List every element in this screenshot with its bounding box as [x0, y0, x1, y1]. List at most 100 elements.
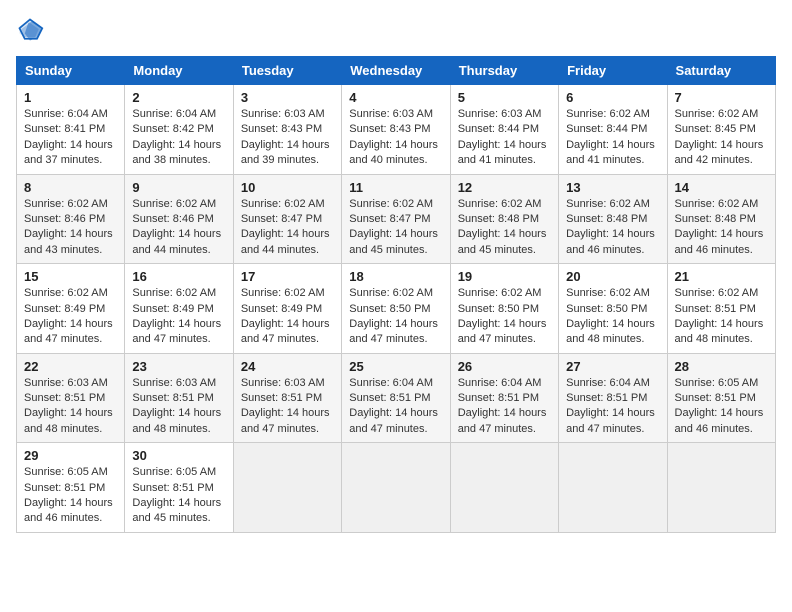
sunset-label: Sunset: 8:48 PM	[458, 213, 539, 225]
daylight-label: Daylight: 14 hours and 47 minutes.	[458, 407, 547, 434]
day-info: Sunrise: 6:02 AM Sunset: 8:50 PM Dayligh…	[566, 286, 659, 348]
sunset-label: Sunset: 8:48 PM	[675, 213, 756, 225]
sunrise-label: Sunrise: 6:02 AM	[458, 287, 542, 299]
day-info: Sunrise: 6:02 AM Sunset: 8:50 PM Dayligh…	[349, 286, 442, 348]
day-number: 14	[675, 180, 768, 195]
daylight-label: Daylight: 14 hours and 48 minutes.	[675, 318, 764, 345]
daylight-label: Daylight: 14 hours and 39 minutes.	[241, 139, 330, 166]
sunrise-label: Sunrise: 6:02 AM	[132, 198, 216, 210]
calendar-week-row: 1 Sunrise: 6:04 AM Sunset: 8:41 PM Dayli…	[17, 85, 776, 175]
day-info: Sunrise: 6:04 AM Sunset: 8:42 PM Dayligh…	[132, 107, 225, 169]
sunrise-label: Sunrise: 6:02 AM	[566, 198, 650, 210]
daylight-label: Daylight: 14 hours and 47 minutes.	[24, 318, 113, 345]
sunrise-label: Sunrise: 6:02 AM	[24, 287, 108, 299]
sunrise-label: Sunrise: 6:02 AM	[132, 287, 216, 299]
daylight-label: Daylight: 14 hours and 43 minutes.	[24, 228, 113, 255]
day-info: Sunrise: 6:02 AM Sunset: 8:44 PM Dayligh…	[566, 107, 659, 169]
calendar-week-row: 8 Sunrise: 6:02 AM Sunset: 8:46 PM Dayli…	[17, 174, 776, 264]
day-info: Sunrise: 6:02 AM Sunset: 8:48 PM Dayligh…	[566, 197, 659, 259]
day-number: 20	[566, 269, 659, 284]
daylight-label: Daylight: 14 hours and 42 minutes.	[675, 139, 764, 166]
sunrise-label: Sunrise: 6:05 AM	[132, 466, 216, 478]
day-info: Sunrise: 6:02 AM Sunset: 8:47 PM Dayligh…	[349, 197, 442, 259]
day-info: Sunrise: 6:04 AM Sunset: 8:41 PM Dayligh…	[24, 107, 117, 169]
daylight-label: Daylight: 14 hours and 47 minutes.	[458, 318, 547, 345]
day-number: 8	[24, 180, 117, 195]
sunrise-label: Sunrise: 6:02 AM	[349, 198, 433, 210]
day-number: 2	[132, 90, 225, 105]
table-row: 20 Sunrise: 6:02 AM Sunset: 8:50 PM Dayl…	[559, 264, 667, 354]
table-row	[667, 443, 775, 533]
sunrise-label: Sunrise: 6:02 AM	[566, 287, 650, 299]
table-row: 27 Sunrise: 6:04 AM Sunset: 8:51 PM Dayl…	[559, 353, 667, 443]
calendar-header-row: Sunday Monday Tuesday Wednesday Thursday…	[17, 57, 776, 85]
day-info: Sunrise: 6:02 AM Sunset: 8:50 PM Dayligh…	[458, 286, 551, 348]
sunset-label: Sunset: 8:41 PM	[24, 123, 105, 135]
table-row	[450, 443, 558, 533]
table-row: 11 Sunrise: 6:02 AM Sunset: 8:47 PM Dayl…	[342, 174, 450, 264]
day-number: 29	[24, 448, 117, 463]
day-number: 1	[24, 90, 117, 105]
sunset-label: Sunset: 8:51 PM	[24, 482, 105, 494]
sunset-label: Sunset: 8:51 PM	[241, 392, 322, 404]
table-row: 10 Sunrise: 6:02 AM Sunset: 8:47 PM Dayl…	[233, 174, 341, 264]
sunrise-label: Sunrise: 6:03 AM	[241, 377, 325, 389]
sunset-label: Sunset: 8:42 PM	[132, 123, 213, 135]
sunset-label: Sunset: 8:51 PM	[349, 392, 430, 404]
sunrise-label: Sunrise: 6:02 AM	[675, 108, 759, 120]
day-info: Sunrise: 6:03 AM Sunset: 8:51 PM Dayligh…	[241, 376, 334, 438]
daylight-label: Daylight: 14 hours and 46 minutes.	[566, 228, 655, 255]
table-row	[233, 443, 341, 533]
table-row: 24 Sunrise: 6:03 AM Sunset: 8:51 PM Dayl…	[233, 353, 341, 443]
day-info: Sunrise: 6:02 AM Sunset: 8:45 PM Dayligh…	[675, 107, 768, 169]
day-number: 17	[241, 269, 334, 284]
sunset-label: Sunset: 8:51 PM	[458, 392, 539, 404]
sunrise-label: Sunrise: 6:03 AM	[24, 377, 108, 389]
day-number: 27	[566, 359, 659, 374]
logo-icon	[16, 16, 44, 44]
table-row: 4 Sunrise: 6:03 AM Sunset: 8:43 PM Dayli…	[342, 85, 450, 175]
day-info: Sunrise: 6:04 AM Sunset: 8:51 PM Dayligh…	[349, 376, 442, 438]
day-number: 24	[241, 359, 334, 374]
sunrise-label: Sunrise: 6:03 AM	[132, 377, 216, 389]
sunset-label: Sunset: 8:44 PM	[566, 123, 647, 135]
sunset-label: Sunset: 8:44 PM	[458, 123, 539, 135]
sunset-label: Sunset: 8:50 PM	[458, 303, 539, 315]
day-number: 26	[458, 359, 551, 374]
sunset-label: Sunset: 8:51 PM	[675, 392, 756, 404]
daylight-label: Daylight: 14 hours and 37 minutes.	[24, 139, 113, 166]
table-row: 5 Sunrise: 6:03 AM Sunset: 8:44 PM Dayli…	[450, 85, 558, 175]
sunset-label: Sunset: 8:51 PM	[566, 392, 647, 404]
day-info: Sunrise: 6:03 AM Sunset: 8:51 PM Dayligh…	[24, 376, 117, 438]
day-info: Sunrise: 6:03 AM Sunset: 8:43 PM Dayligh…	[349, 107, 442, 169]
sunrise-label: Sunrise: 6:04 AM	[458, 377, 542, 389]
day-number: 7	[675, 90, 768, 105]
table-row: 25 Sunrise: 6:04 AM Sunset: 8:51 PM Dayl…	[342, 353, 450, 443]
sunrise-label: Sunrise: 6:02 AM	[675, 287, 759, 299]
sunset-label: Sunset: 8:43 PM	[241, 123, 322, 135]
col-thursday: Thursday	[450, 57, 558, 85]
sunset-label: Sunset: 8:51 PM	[132, 482, 213, 494]
daylight-label: Daylight: 14 hours and 45 minutes.	[132, 497, 221, 524]
day-number: 21	[675, 269, 768, 284]
col-monday: Monday	[125, 57, 233, 85]
day-info: Sunrise: 6:04 AM Sunset: 8:51 PM Dayligh…	[566, 376, 659, 438]
sunset-label: Sunset: 8:49 PM	[132, 303, 213, 315]
sunrise-label: Sunrise: 6:05 AM	[675, 377, 759, 389]
day-info: Sunrise: 6:05 AM Sunset: 8:51 PM Dayligh…	[24, 465, 117, 527]
sunset-label: Sunset: 8:49 PM	[241, 303, 322, 315]
daylight-label: Daylight: 14 hours and 45 minutes.	[458, 228, 547, 255]
daylight-label: Daylight: 14 hours and 47 minutes.	[349, 407, 438, 434]
sunrise-label: Sunrise: 6:02 AM	[24, 198, 108, 210]
day-info: Sunrise: 6:02 AM Sunset: 8:46 PM Dayligh…	[132, 197, 225, 259]
daylight-label: Daylight: 14 hours and 46 minutes.	[675, 228, 764, 255]
sunrise-label: Sunrise: 6:03 AM	[458, 108, 542, 120]
table-row: 26 Sunrise: 6:04 AM Sunset: 8:51 PM Dayl…	[450, 353, 558, 443]
daylight-label: Daylight: 14 hours and 46 minutes.	[675, 407, 764, 434]
sunrise-label: Sunrise: 6:05 AM	[24, 466, 108, 478]
day-info: Sunrise: 6:03 AM Sunset: 8:43 PM Dayligh…	[241, 107, 334, 169]
day-info: Sunrise: 6:02 AM Sunset: 8:51 PM Dayligh…	[675, 286, 768, 348]
table-row: 18 Sunrise: 6:02 AM Sunset: 8:50 PM Dayl…	[342, 264, 450, 354]
col-tuesday: Tuesday	[233, 57, 341, 85]
day-number: 10	[241, 180, 334, 195]
